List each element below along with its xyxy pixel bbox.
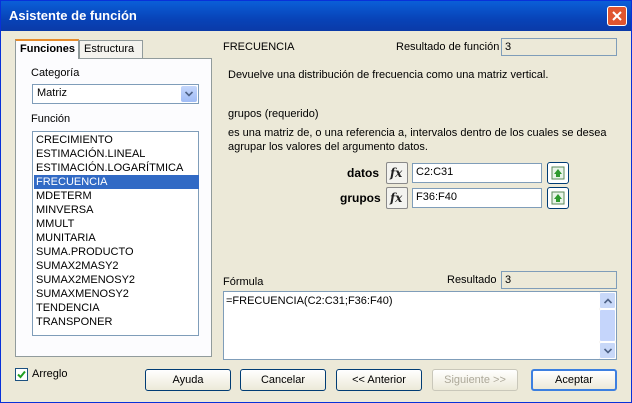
function-wizard-dialog: Asistente de función Funciones Estructur… — [0, 0, 632, 403]
back-button[interactable]: << Anterior — [336, 369, 422, 391]
checkmark-icon — [17, 370, 26, 379]
tab-funciones-label: Funciones — [20, 43, 76, 55]
help-button[interactable]: Ayuda — [145, 369, 231, 391]
chevron-up-icon — [603, 297, 612, 304]
list-item-selected[interactable]: FRECUENCIA — [34, 175, 199, 189]
arg-datos-value: C2:C31 — [416, 166, 454, 178]
tab-estructura[interactable]: Estructura — [79, 40, 143, 58]
list-item[interactable]: MUNITARIA — [34, 231, 199, 245]
result-label: Resultado — [447, 274, 497, 286]
accept-button[interactable]: Aceptar — [531, 369, 617, 391]
function-description: Devuelve una distribución de frecuencia … — [228, 69, 549, 81]
array-checkbox-label: Arreglo — [32, 368, 68, 380]
title-bar[interactable]: Asistente de función — [1, 1, 631, 31]
category-value: Matriz — [37, 87, 67, 99]
array-checkbox[interactable] — [15, 368, 28, 381]
list-item[interactable]: MMULT — [34, 217, 199, 231]
function-name: FRECUENCIA — [223, 41, 295, 53]
function-fx-icon: fx — [389, 191, 403, 205]
arg-grupos-input[interactable]: F36:F40 — [412, 188, 542, 208]
arg-datos-input[interactable]: C2:C31 — [412, 163, 542, 183]
list-item[interactable]: MINVERSA — [34, 203, 199, 217]
svg-text:fx: fx — [389, 191, 403, 205]
arg-grupos-value: F36:F40 — [416, 191, 457, 203]
tab-funciones[interactable]: Funciones — [15, 39, 79, 59]
list-item[interactable]: ESTIMACIÓN.LINEAL — [34, 147, 199, 161]
list-item[interactable]: TENDENCIA — [34, 301, 199, 315]
cancel-button[interactable]: Cancelar — [240, 369, 326, 391]
category-select[interactable]: Matriz — [32, 84, 199, 104]
arg-datos-label: datos — [347, 166, 380, 180]
list-item[interactable]: SUMA.PRODUCTO — [34, 245, 199, 259]
scroll-thumb[interactable] — [599, 309, 616, 342]
scroll-up-button[interactable] — [599, 292, 616, 309]
arg-grupos-select-button[interactable] — [547, 187, 569, 209]
arg-datos-select-button[interactable] — [547, 162, 569, 184]
formula-textarea[interactable]: =FRECUENCIA(C2:C31;F36:F40) — [223, 291, 617, 360]
arg-datos-function-button[interactable]: fx — [386, 162, 408, 184]
chevron-down-icon — [603, 347, 612, 354]
arg-grupos-label: grupos — [340, 191, 381, 205]
function-result-label: Resultado de función — [396, 41, 500, 53]
shrink-select-icon — [551, 166, 565, 180]
category-dropdown-button[interactable] — [181, 86, 197, 102]
formula-scrollbar[interactable] — [599, 292, 616, 359]
list-item[interactable]: SUMAX2MASY2 — [34, 259, 199, 273]
list-item[interactable]: SUMAXMENOSY2 — [34, 287, 199, 301]
shrink-select-icon — [551, 191, 565, 205]
parameter-description-line-1: es una matriz de, o una referencia a, in… — [228, 127, 607, 139]
list-item[interactable]: ESTIMACIÓN.LOGARÍTMICA — [34, 161, 199, 175]
list-item[interactable]: SUMAX2MENOSY2 — [34, 273, 199, 287]
list-item[interactable]: TRANSPONER — [34, 315, 199, 329]
function-fx-icon: fx — [389, 166, 403, 180]
parameter-description-line-2: agrupar los valores del argumento datos. — [228, 141, 428, 153]
tab-estructura-label: Estructura — [84, 43, 135, 55]
function-listbox[interactable]: CRECIMIENTO ESTIMACIÓN.LINEAL ESTIMACIÓN… — [32, 131, 199, 336]
list-item[interactable]: MDETERM — [34, 189, 199, 203]
svg-text:fx: fx — [389, 166, 403, 180]
function-result-field: 3 — [501, 38, 617, 56]
function-result-value: 3 — [505, 41, 512, 53]
result-value: 3 — [505, 274, 512, 286]
arg-grupos-function-button[interactable]: fx — [386, 187, 408, 209]
formula-value: =FRECUENCIA(C2:C31;F36:F40) — [226, 295, 393, 307]
parameter-title: grupos (requerido) — [228, 108, 319, 120]
close-icon — [612, 11, 622, 21]
list-item[interactable]: CRECIMIENTO — [34, 133, 199, 147]
scroll-down-button[interactable] — [599, 342, 616, 359]
category-label: Categoría — [31, 67, 80, 79]
chevron-down-icon — [185, 91, 193, 97]
next-button: Siguiente >> — [432, 369, 518, 391]
function-list-label: Función — [31, 113, 71, 125]
window-title: Asistente de función — [9, 8, 137, 23]
close-button[interactable] — [607, 6, 627, 26]
result-field: 3 — [501, 271, 617, 289]
functions-panel: Categoría Matriz Función CRECIMIENTO EST… — [15, 58, 212, 357]
formula-label: Fórmula — [223, 276, 264, 288]
